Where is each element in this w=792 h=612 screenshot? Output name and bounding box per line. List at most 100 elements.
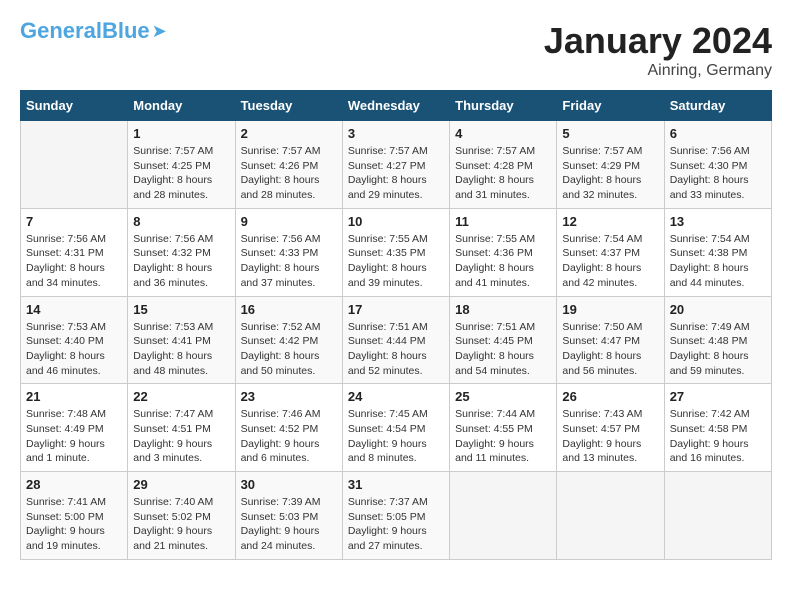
day-detail: Sunrise: 7:55 AMSunset: 4:36 PMDaylight:… xyxy=(455,232,551,291)
day-detail: Sunrise: 7:56 AMSunset: 4:30 PMDaylight:… xyxy=(670,144,766,203)
day-detail: Sunrise: 7:40 AMSunset: 5:02 PMDaylight:… xyxy=(133,495,229,554)
day-detail: Sunrise: 7:57 AMSunset: 4:27 PMDaylight:… xyxy=(348,144,444,203)
day-cell: 7 Sunrise: 7:56 AMSunset: 4:31 PMDayligh… xyxy=(21,208,128,296)
day-cell: 6 Sunrise: 7:56 AMSunset: 4:30 PMDayligh… xyxy=(664,121,771,209)
title-block: January 2024 Ainring, Germany xyxy=(544,20,772,80)
calendar-body: 1 Sunrise: 7:57 AMSunset: 4:25 PMDayligh… xyxy=(21,121,772,560)
day-number: 3 xyxy=(348,126,444,141)
day-cell xyxy=(450,472,557,560)
day-number: 10 xyxy=(348,214,444,229)
day-cell: 4 Sunrise: 7:57 AMSunset: 4:28 PMDayligh… xyxy=(450,121,557,209)
day-number: 21 xyxy=(26,389,122,404)
day-detail: Sunrise: 7:54 AMSunset: 4:38 PMDaylight:… xyxy=(670,232,766,291)
day-cell: 26 Sunrise: 7:43 AMSunset: 4:57 PMDaylig… xyxy=(557,384,664,472)
day-detail: Sunrise: 7:51 AMSunset: 4:44 PMDaylight:… xyxy=(348,320,444,379)
calendar-table: Sunday Monday Tuesday Wednesday Thursday… xyxy=(20,90,772,560)
day-cell xyxy=(21,121,128,209)
day-number: 31 xyxy=(348,477,444,492)
day-number: 15 xyxy=(133,302,229,317)
day-cell: 3 Sunrise: 7:57 AMSunset: 4:27 PMDayligh… xyxy=(342,121,449,209)
header-saturday: Saturday xyxy=(664,91,771,121)
day-number: 11 xyxy=(455,214,551,229)
day-cell: 25 Sunrise: 7:44 AMSunset: 4:55 PMDaylig… xyxy=(450,384,557,472)
header-row: Sunday Monday Tuesday Wednesday Thursday… xyxy=(21,91,772,121)
day-number: 5 xyxy=(562,126,658,141)
day-number: 16 xyxy=(241,302,337,317)
day-detail: Sunrise: 7:57 AMSunset: 4:28 PMDaylight:… xyxy=(455,144,551,203)
header-monday: Monday xyxy=(128,91,235,121)
day-number: 19 xyxy=(562,302,658,317)
day-cell: 12 Sunrise: 7:54 AMSunset: 4:37 PMDaylig… xyxy=(557,208,664,296)
day-cell: 19 Sunrise: 7:50 AMSunset: 4:47 PMDaylig… xyxy=(557,296,664,384)
day-number: 7 xyxy=(26,214,122,229)
day-cell: 8 Sunrise: 7:56 AMSunset: 4:32 PMDayligh… xyxy=(128,208,235,296)
day-cell: 14 Sunrise: 7:53 AMSunset: 4:40 PMDaylig… xyxy=(21,296,128,384)
day-detail: Sunrise: 7:53 AMSunset: 4:41 PMDaylight:… xyxy=(133,320,229,379)
day-detail: Sunrise: 7:56 AMSunset: 4:31 PMDaylight:… xyxy=(26,232,122,291)
day-number: 24 xyxy=(348,389,444,404)
day-detail: Sunrise: 7:42 AMSunset: 4:58 PMDaylight:… xyxy=(670,407,766,466)
page-header: GeneralBlue ➤ January 2024 Ainring, Germ… xyxy=(20,20,772,80)
day-number: 1 xyxy=(133,126,229,141)
day-cell xyxy=(664,472,771,560)
day-number: 23 xyxy=(241,389,337,404)
week-row-3: 14 Sunrise: 7:53 AMSunset: 4:40 PMDaylig… xyxy=(21,296,772,384)
day-number: 8 xyxy=(133,214,229,229)
day-number: 30 xyxy=(241,477,337,492)
day-number: 14 xyxy=(26,302,122,317)
day-number: 22 xyxy=(133,389,229,404)
day-cell: 29 Sunrise: 7:40 AMSunset: 5:02 PMDaylig… xyxy=(128,472,235,560)
day-cell: 2 Sunrise: 7:57 AMSunset: 4:26 PMDayligh… xyxy=(235,121,342,209)
day-detail: Sunrise: 7:44 AMSunset: 4:55 PMDaylight:… xyxy=(455,407,551,466)
day-cell: 18 Sunrise: 7:51 AMSunset: 4:45 PMDaylig… xyxy=(450,296,557,384)
day-number: 17 xyxy=(348,302,444,317)
day-detail: Sunrise: 7:47 AMSunset: 4:51 PMDaylight:… xyxy=(133,407,229,466)
day-number: 12 xyxy=(562,214,658,229)
day-cell: 10 Sunrise: 7:55 AMSunset: 4:35 PMDaylig… xyxy=(342,208,449,296)
calendar-title: January 2024 xyxy=(544,20,772,62)
header-thursday: Thursday xyxy=(450,91,557,121)
day-detail: Sunrise: 7:37 AMSunset: 5:05 PMDaylight:… xyxy=(348,495,444,554)
day-cell: 28 Sunrise: 7:41 AMSunset: 5:00 PMDaylig… xyxy=(21,472,128,560)
day-detail: Sunrise: 7:54 AMSunset: 4:37 PMDaylight:… xyxy=(562,232,658,291)
day-number: 25 xyxy=(455,389,551,404)
calendar-header: Sunday Monday Tuesday Wednesday Thursday… xyxy=(21,91,772,121)
week-row-2: 7 Sunrise: 7:56 AMSunset: 4:31 PMDayligh… xyxy=(21,208,772,296)
day-number: 28 xyxy=(26,477,122,492)
day-cell: 24 Sunrise: 7:45 AMSunset: 4:54 PMDaylig… xyxy=(342,384,449,472)
day-detail: Sunrise: 7:57 AMSunset: 4:26 PMDaylight:… xyxy=(241,144,337,203)
day-cell: 9 Sunrise: 7:56 AMSunset: 4:33 PMDayligh… xyxy=(235,208,342,296)
day-number: 6 xyxy=(670,126,766,141)
day-detail: Sunrise: 7:39 AMSunset: 5:03 PMDaylight:… xyxy=(241,495,337,554)
day-detail: Sunrise: 7:55 AMSunset: 4:35 PMDaylight:… xyxy=(348,232,444,291)
day-detail: Sunrise: 7:46 AMSunset: 4:52 PMDaylight:… xyxy=(241,407,337,466)
day-number: 13 xyxy=(670,214,766,229)
logo-text: GeneralBlue xyxy=(20,20,150,42)
bird-icon: ➤ xyxy=(152,21,167,42)
day-detail: Sunrise: 7:52 AMSunset: 4:42 PMDaylight:… xyxy=(241,320,337,379)
calendar-subtitle: Ainring, Germany xyxy=(544,62,772,80)
day-cell: 30 Sunrise: 7:39 AMSunset: 5:03 PMDaylig… xyxy=(235,472,342,560)
day-detail: Sunrise: 7:51 AMSunset: 4:45 PMDaylight:… xyxy=(455,320,551,379)
day-number: 18 xyxy=(455,302,551,317)
day-cell: 20 Sunrise: 7:49 AMSunset: 4:48 PMDaylig… xyxy=(664,296,771,384)
logo: GeneralBlue ➤ xyxy=(20,20,167,42)
day-number: 2 xyxy=(241,126,337,141)
header-wednesday: Wednesday xyxy=(342,91,449,121)
day-cell: 16 Sunrise: 7:52 AMSunset: 4:42 PMDaylig… xyxy=(235,296,342,384)
day-number: 9 xyxy=(241,214,337,229)
day-number: 29 xyxy=(133,477,229,492)
header-friday: Friday xyxy=(557,91,664,121)
week-row-5: 28 Sunrise: 7:41 AMSunset: 5:00 PMDaylig… xyxy=(21,472,772,560)
day-cell: 27 Sunrise: 7:42 AMSunset: 4:58 PMDaylig… xyxy=(664,384,771,472)
day-number: 27 xyxy=(670,389,766,404)
day-detail: Sunrise: 7:53 AMSunset: 4:40 PMDaylight:… xyxy=(26,320,122,379)
day-detail: Sunrise: 7:56 AMSunset: 4:32 PMDaylight:… xyxy=(133,232,229,291)
day-cell: 31 Sunrise: 7:37 AMSunset: 5:05 PMDaylig… xyxy=(342,472,449,560)
day-detail: Sunrise: 7:50 AMSunset: 4:47 PMDaylight:… xyxy=(562,320,658,379)
week-row-4: 21 Sunrise: 7:48 AMSunset: 4:49 PMDaylig… xyxy=(21,384,772,472)
day-detail: Sunrise: 7:43 AMSunset: 4:57 PMDaylight:… xyxy=(562,407,658,466)
day-number: 4 xyxy=(455,126,551,141)
day-detail: Sunrise: 7:45 AMSunset: 4:54 PMDaylight:… xyxy=(348,407,444,466)
day-cell: 21 Sunrise: 7:48 AMSunset: 4:49 PMDaylig… xyxy=(21,384,128,472)
